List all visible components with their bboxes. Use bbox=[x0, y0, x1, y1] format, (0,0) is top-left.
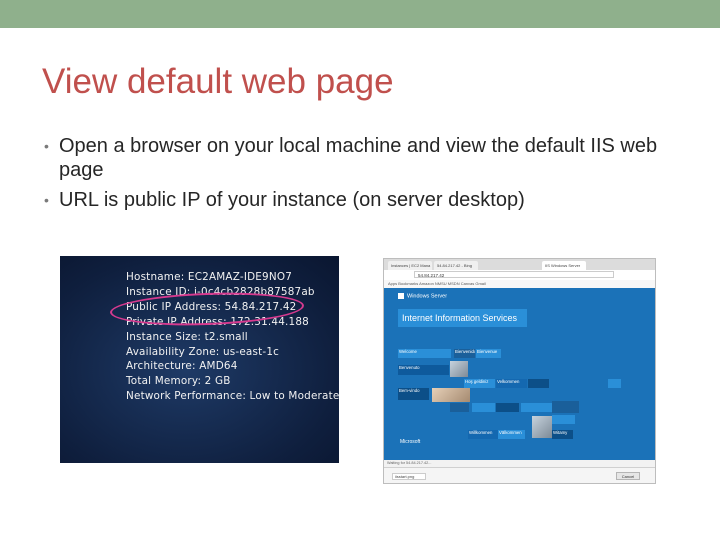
info-architecture: Architecture: AMD64 bbox=[126, 360, 238, 373]
tile-placeholder bbox=[450, 403, 469, 412]
browser-screenshot: Instances | EC2 Mana 54.84.217.42 - Bing… bbox=[383, 258, 656, 484]
iis-default-page: Windows Server Internet Information Serv… bbox=[384, 288, 655, 460]
tile-placeholder bbox=[472, 403, 495, 412]
bullet-item: • Open a browser on your local machine a… bbox=[44, 134, 684, 182]
tile-placeholder bbox=[521, 403, 552, 412]
browser-tab[interactable]: 54.84.217.42 - Bing bbox=[434, 261, 478, 270]
welcome-tile: Benvenuto bbox=[398, 365, 449, 375]
bullet-text: Open a browser on your local machine and… bbox=[59, 135, 658, 181]
slide-title: View default web page bbox=[42, 62, 394, 101]
welcome-tile: Willkommen bbox=[468, 430, 499, 439]
info-network-performance: Network Performance: Low to Moderate bbox=[126, 390, 340, 403]
tile-placeholder bbox=[528, 379, 549, 388]
welcome-tile: Bem-vindo bbox=[398, 388, 429, 400]
welcome-tile: Welcome bbox=[398, 349, 451, 358]
instance-info: Hostname: EC2AMAZ-IDE9NO7 Instance ID: i… bbox=[126, 270, 339, 404]
welcome-tile: Witamy bbox=[552, 430, 573, 439]
slide-top-bar bbox=[0, 0, 720, 28]
cancel-button[interactable]: Cancel bbox=[616, 472, 640, 480]
info-total-memory: Total Memory: 2 GB bbox=[126, 375, 231, 388]
download-item[interactable]: iisstart.png bbox=[392, 473, 426, 480]
bullet-dot: • bbox=[44, 192, 49, 208]
bookmarks-bar[interactable]: Apps Bookmarks Amazon NMSU MSDN Canvas G… bbox=[384, 280, 655, 288]
iis-title-banner: Internet Information Services bbox=[398, 309, 527, 327]
download-bar: iisstart.png Cancel bbox=[384, 467, 655, 483]
bullet-item: • URL is public IP of your instance (on … bbox=[44, 188, 684, 212]
welcome-tile: Hoş geldiniz bbox=[464, 379, 495, 388]
server-desktop-screenshot: Hostname: EC2AMAZ-IDE9NO7 Instance ID: i… bbox=[60, 256, 339, 463]
tile-placeholder bbox=[496, 403, 519, 412]
bullet-text: URL is public IP of your instance (on se… bbox=[59, 189, 525, 211]
microsoft-label: Microsoft bbox=[400, 439, 421, 445]
people-photo-tile bbox=[450, 361, 468, 377]
welcome-tile: Bienvenido bbox=[454, 349, 475, 358]
address-bar[interactable]: 54.84.217.42 bbox=[414, 271, 614, 278]
browser-toolbar: 54.84.217.42 bbox=[384, 270, 655, 280]
browser-tab-active[interactable]: IIS Windows Server bbox=[542, 261, 586, 270]
tile-placeholder bbox=[608, 379, 621, 388]
people-photo-tile bbox=[532, 416, 552, 438]
tile-placeholder bbox=[552, 401, 579, 413]
welcome-tile: Velkommen bbox=[496, 379, 527, 388]
info-availability-zone: Availability Zone: us-east-1c bbox=[126, 345, 280, 358]
info-instance-size: Instance Size: t2.small bbox=[126, 330, 248, 343]
tile-placeholder bbox=[552, 415, 575, 424]
welcome-tile: Bienvenue bbox=[476, 349, 501, 358]
bullet-list: • Open a browser on your local machine a… bbox=[44, 134, 684, 218]
browser-status-bar: Waiting for 54.84.217.42... bbox=[384, 460, 655, 467]
people-photo-tile bbox=[432, 388, 470, 402]
windows-logo-icon bbox=[398, 293, 404, 299]
info-hostname: Hostname: EC2AMAZ-IDE9NO7 bbox=[126, 271, 293, 283]
windows-server-label: Windows Server bbox=[398, 293, 447, 299]
welcome-tile: Välkommen bbox=[498, 430, 525, 439]
bullet-dot: • bbox=[44, 138, 49, 154]
browser-tab-strip: Instances | EC2 Mana 54.84.217.42 - Bing… bbox=[384, 259, 655, 270]
browser-tab[interactable]: Instances | EC2 Mana bbox=[388, 261, 432, 270]
